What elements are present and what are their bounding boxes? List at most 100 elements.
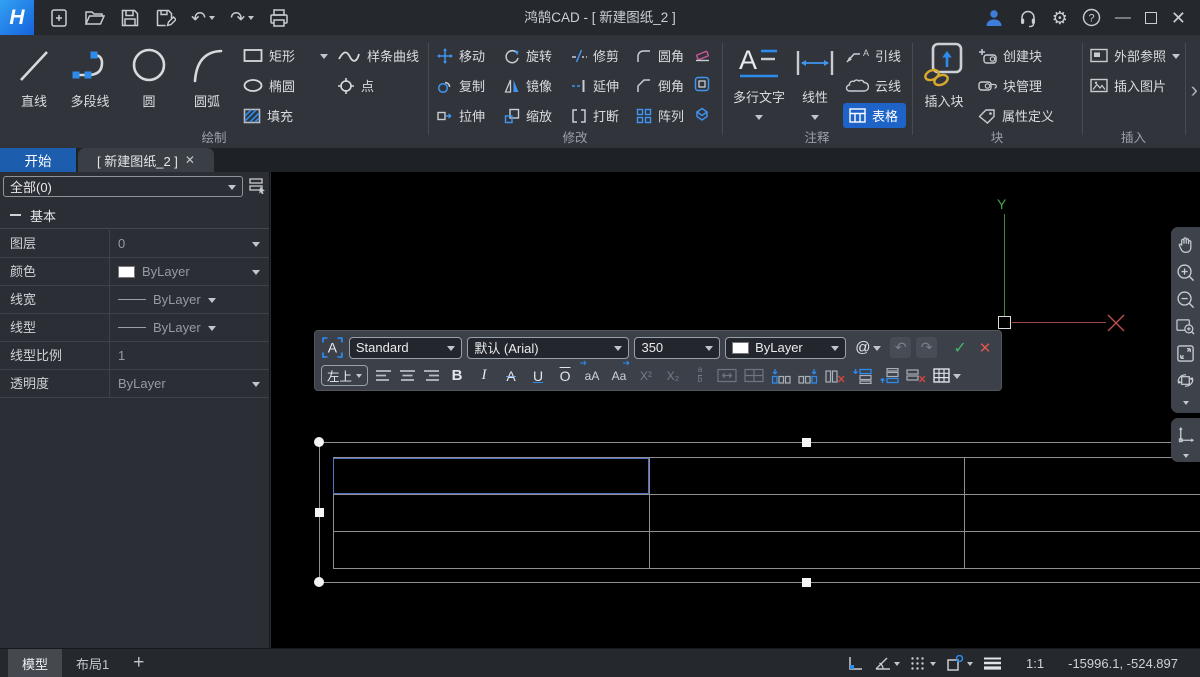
symbol-insert-button[interactable]: @ — [851, 337, 885, 359]
minimize-button[interactable]: — — [1115, 10, 1131, 26]
ribbon-arc-button[interactable]: 圆弧 — [180, 43, 234, 110]
ribbon-erase-button[interactable] — [694, 46, 711, 62]
ribbon-circle-button[interactable]: 圆 — [124, 43, 174, 110]
zoom-out-button[interactable] — [1171, 286, 1200, 313]
lineweight-value-dropdown[interactable]: ByLayer — [110, 286, 269, 313]
insert-column-right-icon[interactable] — [798, 368, 818, 384]
close-button[interactable]: ✕ — [1171, 9, 1186, 27]
layer-value-dropdown[interactable]: 0 — [110, 230, 269, 257]
annotation-scale[interactable]: 1:1 — [1026, 656, 1044, 671]
ribbon-expand-button[interactable]: › — [1191, 77, 1198, 103]
tab-model[interactable]: 模型 — [8, 649, 62, 677]
quick-select-button[interactable] — [247, 175, 268, 197]
ribbon-rect-button[interactable]: 矩形 — [243, 46, 295, 65]
save-button[interactable] — [120, 8, 140, 28]
ribbon-stretch-button[interactable]: 拉伸 — [437, 106, 485, 125]
zoom-in-button[interactable] — [1171, 259, 1200, 286]
ltscale-value-field[interactable]: 1 — [110, 342, 269, 369]
zoom-extents-button[interactable] — [1171, 340, 1200, 367]
ribbon-extend-button[interactable]: 延伸 — [571, 76, 619, 95]
text-height-dropdown[interactable]: 350 — [634, 337, 720, 359]
section-basic[interactable]: 基本 — [0, 202, 269, 229]
delete-row-icon[interactable] — [906, 368, 926, 384]
grip-top-middle[interactable] — [802, 438, 811, 447]
undo-button[interactable]: ↶ — [191, 9, 215, 27]
polar-caret[interactable] — [894, 662, 900, 669]
ucs-tool-button[interactable] — [1171, 422, 1200, 448]
ribbon-mirror-button[interactable]: 镜像 — [504, 76, 552, 95]
linear-dim-dropdown-caret[interactable] — [811, 115, 819, 124]
ribbon-insert-image-button[interactable]: 插入图片 — [1090, 76, 1166, 95]
font-dropdown[interactable]: 默认 (Arial) — [467, 337, 629, 359]
save-as-button[interactable] — [155, 8, 176, 28]
align-center-icon[interactable] — [399, 369, 416, 382]
redo-dropdown-caret[interactable] — [248, 16, 254, 23]
settings-gear-icon[interactable]: ⚙ — [1052, 9, 1068, 27]
selection-filter-dropdown[interactable]: 全部(0) — [3, 176, 243, 197]
ribbon-move-button[interactable]: 移动 — [437, 46, 485, 65]
text-undo-button[interactable]: ↶ — [890, 337, 911, 358]
insert-column-left-icon[interactable] — [771, 368, 791, 384]
ribbon-trim-button[interactable]: 修剪 — [571, 46, 619, 65]
ortho-toggle[interactable] — [847, 655, 864, 671]
ribbon-break-button[interactable]: 打断 — [571, 106, 619, 125]
help-icon[interactable]: ? — [1082, 8, 1101, 27]
rect-flyout-caret[interactable] — [320, 54, 328, 63]
table-active-cell[interactable] — [333, 458, 649, 494]
text-autofit-icon[interactable]: A — [321, 336, 344, 359]
ribbon-array-button[interactable]: 阵列 — [636, 106, 684, 125]
superscript-button[interactable]: X² — [636, 365, 656, 387]
unmerge-cells-icon[interactable] — [744, 368, 764, 383]
color-value-dropdown[interactable]: ByLayer — [110, 258, 269, 285]
stack-fraction-button[interactable]: ab — [690, 365, 710, 387]
tab-drawing[interactable]: [ 新建图纸_2 ] ✕ — [78, 148, 214, 172]
strikethrough-button[interactable]: A — [501, 365, 521, 387]
mtext-dropdown-caret[interactable] — [755, 115, 763, 124]
polar-tracking-toggle[interactable] — [874, 655, 900, 671]
insert-row-above-icon[interactable] — [852, 368, 872, 384]
ribbon-scale-button[interactable]: 缩放 — [504, 106, 552, 125]
undo-dropdown-caret[interactable] — [209, 16, 215, 23]
text-cancel-button[interactable]: ✕ — [975, 337, 995, 359]
lineweight-display-toggle[interactable] — [983, 656, 1002, 670]
ribbon-spline-button[interactable]: 样条曲线 — [337, 46, 419, 65]
add-layout-button[interactable]: + — [123, 649, 154, 677]
ribbon-xref-button[interactable]: 外部参照 — [1090, 46, 1180, 65]
tab-close-icon[interactable]: ✕ — [185, 153, 195, 167]
ribbon-fillet-button[interactable]: 圆角 — [636, 46, 684, 65]
underline-button[interactable]: U — [528, 365, 548, 387]
ribbon-polyline-button[interactable]: 多段线 — [62, 43, 118, 110]
justify-dropdown[interactable]: 左上 — [321, 365, 368, 386]
redo-button[interactable]: ↷ — [230, 9, 254, 27]
ribbon-revcloud-button[interactable]: 云线 — [845, 76, 901, 95]
delete-column-icon[interactable] — [825, 368, 845, 384]
object-snap-toggle[interactable] — [946, 655, 973, 672]
grip-top-left[interactable] — [314, 437, 324, 447]
open-file-button[interactable] — [84, 8, 105, 28]
print-button[interactable] — [269, 8, 289, 28]
tab-start[interactable]: 开始 — [0, 148, 76, 172]
grip-bottom-left[interactable] — [314, 577, 324, 587]
text-color-dropdown[interactable]: ByLayer — [725, 337, 846, 359]
ribbon-attdef-button[interactable]: 属性定义 — [978, 106, 1054, 125]
ribbon-block-manager-button[interactable]: 块管理 — [978, 76, 1042, 95]
ribbon-line-button[interactable]: 直线 — [8, 43, 60, 110]
ribbon-explode-button[interactable] — [694, 106, 710, 122]
user-account-icon[interactable] — [984, 8, 1004, 28]
pan-button[interactable] — [1171, 232, 1200, 259]
merge-cells-icon[interactable] — [717, 368, 737, 383]
grid-snap-toggle[interactable] — [910, 656, 936, 671]
orbit-flyout-caret[interactable] — [1171, 394, 1200, 410]
ribbon-create-block-button[interactable]: 创建块 — [978, 46, 1042, 65]
grip-left-middle[interactable] — [315, 508, 324, 517]
ribbon-hatch-button[interactable]: 填充 — [243, 106, 293, 125]
new-file-button[interactable] — [49, 8, 69, 28]
linetype-value-dropdown[interactable]: ByLayer — [110, 314, 269, 341]
text-redo-button[interactable]: ↷ — [916, 337, 937, 358]
ucs-flyout-caret[interactable] — [1171, 448, 1200, 462]
align-left-icon[interactable] — [375, 369, 392, 382]
cell-borders-button[interactable] — [933, 365, 961, 387]
transparency-value-dropdown[interactable]: ByLayer — [110, 370, 269, 397]
orbit-button[interactable] — [1171, 367, 1200, 394]
xref-dropdown-caret[interactable] — [1172, 54, 1180, 63]
